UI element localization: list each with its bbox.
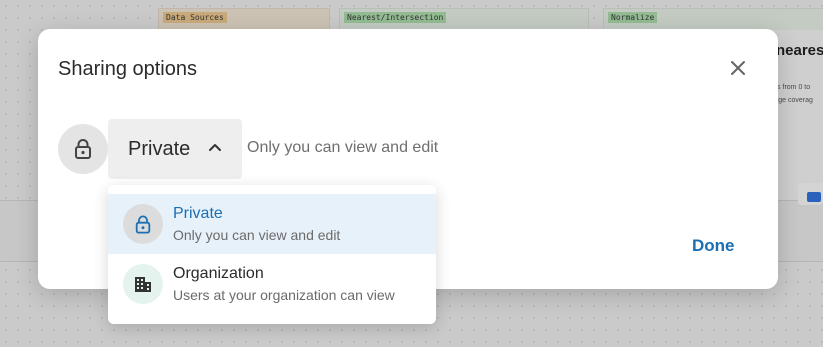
option-label: Organization [173, 265, 264, 282]
lock-icon [75, 139, 91, 159]
visibility-select-value: Private [128, 137, 191, 160]
visibility-description: Only you can view and edit [247, 139, 439, 156]
modal-title: Sharing options [58, 58, 197, 80]
done-button[interactable]: Done [692, 236, 735, 256]
option-icon [123, 264, 163, 304]
option-private[interactable]: Private Only you can view and edit [108, 194, 436, 254]
chevron-up-icon [209, 144, 221, 151]
visibility-select[interactable]: Private [108, 119, 242, 179]
visibility-dropdown-menu: Private Only you can view and edit Organ… [108, 185, 436, 324]
visibility-avatar [58, 124, 108, 174]
building-icon [135, 277, 151, 292]
close-icon [731, 61, 745, 75]
option-label: Private [173, 205, 223, 222]
option-organization[interactable]: Organization Users at your organization … [108, 254, 436, 314]
option-description: Users at your organization can view [173, 287, 395, 303]
close-button[interactable] [726, 56, 750, 80]
lock-icon [135, 215, 151, 233]
option-icon [123, 204, 163, 244]
option-description: Only you can view and edit [173, 227, 341, 243]
